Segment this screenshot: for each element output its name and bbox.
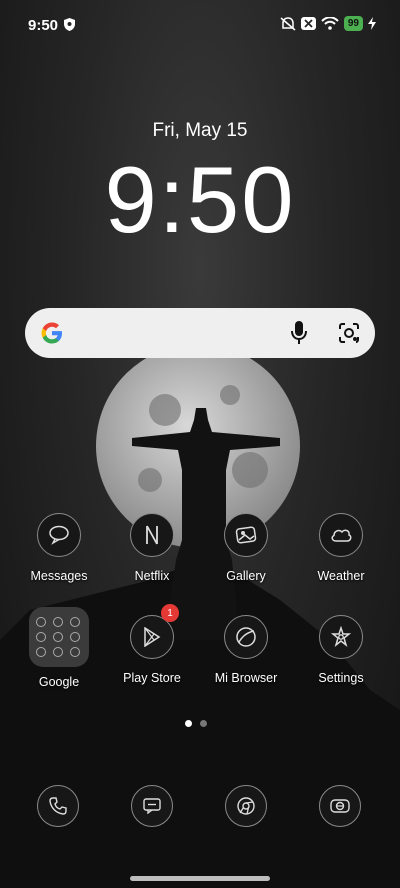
- mic-icon[interactable]: [290, 320, 308, 346]
- charging-icon: [368, 17, 376, 30]
- chat-icon: [131, 785, 173, 827]
- notification-x-icon: [300, 17, 316, 30]
- notification-badge: 1: [161, 604, 179, 622]
- settings-icon: [319, 615, 363, 659]
- page-dot: [200, 720, 207, 727]
- battery-icon: 99: [343, 16, 363, 31]
- app-mi-browser[interactable]: Mi Browser: [201, 615, 291, 685]
- google-search-bar[interactable]: [25, 308, 375, 358]
- status-icons: 99: [280, 16, 376, 31]
- google-logo: [41, 322, 62, 344]
- app-label: Netflix: [134, 569, 170, 583]
- page-indicator[interactable]: [185, 720, 207, 727]
- dock-messages[interactable]: [131, 785, 173, 827]
- status-bar: 9:50 99: [0, 0, 400, 50]
- phone-icon: [37, 785, 79, 827]
- app-label: Settings: [318, 671, 364, 685]
- app-weather[interactable]: Weather: [296, 513, 386, 583]
- clock-widget[interactable]: 9:50: [0, 145, 400, 255]
- wifi-icon: [321, 17, 339, 30]
- page-dot-active: [185, 720, 192, 727]
- chrome-icon: [225, 785, 267, 827]
- shield-icon: [64, 18, 75, 31]
- app-gallery[interactable]: Gallery: [201, 513, 291, 583]
- weather-icon: [319, 513, 363, 557]
- app-label: Google: [38, 675, 80, 689]
- browser-icon: [224, 615, 268, 659]
- app-label: Gallery: [226, 569, 266, 583]
- play-store-icon: 1: [130, 604, 179, 659]
- status-time: 9:50: [28, 17, 59, 34]
- app-label: Messages: [30, 569, 88, 583]
- camera-icon: [319, 785, 361, 827]
- home-screen: 9:50 99 Fri, May 15 9:50 Messages Netfli…: [0, 0, 400, 888]
- app-label: Play Store: [123, 671, 181, 685]
- lockscreen-date: Fri, May 15: [152, 120, 248, 141]
- mute-icon: [280, 16, 296, 31]
- app-play-store[interactable]: 1 Play Store: [107, 604, 197, 685]
- messages-icon: [37, 513, 81, 557]
- dock-camera[interactable]: [319, 785, 361, 827]
- folder-icon: [29, 607, 89, 667]
- netflix-icon: [130, 513, 174, 557]
- app-label: Weather: [317, 569, 365, 583]
- app-google-folder[interactable]: Google: [14, 607, 104, 689]
- app-netflix[interactable]: Netflix: [107, 513, 197, 583]
- home-indicator[interactable]: [130, 876, 270, 881]
- app-messages[interactable]: Messages: [14, 513, 104, 583]
- app-settings[interactable]: Settings: [296, 615, 386, 685]
- dock-phone[interactable]: [37, 785, 79, 827]
- app-label: Mi Browser: [214, 671, 278, 685]
- dock-chrome[interactable]: [225, 785, 267, 827]
- gallery-icon: [224, 513, 268, 557]
- lens-icon[interactable]: [337, 321, 361, 345]
